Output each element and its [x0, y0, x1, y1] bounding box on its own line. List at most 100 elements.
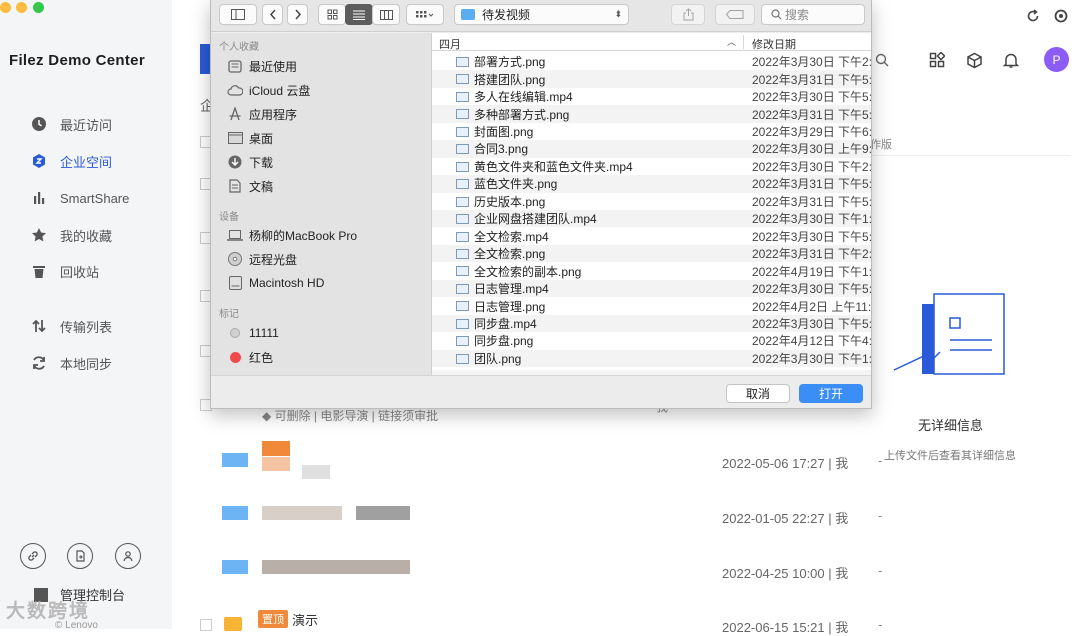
applications-icon: [227, 107, 243, 121]
video-file-icon: [456, 318, 469, 329]
file-name: 全文检索的副本.png: [474, 264, 582, 279]
nav-transfer-list[interactable]: 传输列表: [30, 315, 112, 337]
window-minimize-button[interactable]: [16, 2, 27, 13]
file-row[interactable]: 同步盘.mp4 2022年3月30日 下午5:2: [432, 314, 871, 333]
window-zoom-button[interactable]: [33, 2, 44, 13]
cancel-button[interactable]: 取消: [726, 384, 790, 403]
image-file-icon: [456, 353, 469, 364]
file-row[interactable]: 搭建团队.png 2022年3月31日 下午5:2: [432, 70, 871, 88]
file-row[interactable]: 全文检索的副本.png 2022年4月19日 下午1:1: [432, 262, 871, 279]
search-field[interactable]: 搜索: [761, 4, 865, 25]
view-icons-button[interactable]: [318, 4, 346, 25]
sidebar-item-icloud[interactable]: iCloud 云盘: [227, 81, 310, 99]
chevron-right-icon: [294, 9, 301, 20]
file-row[interactable]: 合同3.png 2022年3月30日 上午9:3: [432, 140, 871, 158]
sidebar-item-downloads[interactable]: 下载: [227, 153, 273, 171]
empty-title: 无详细信息: [918, 418, 984, 433]
share-doc-icon[interactable]: [67, 543, 93, 569]
nav-enterprise-space[interactable]: 企业空间: [30, 150, 112, 172]
sidebar-item-label: 下载: [249, 155, 274, 170]
avatar[interactable]: P: [1044, 47, 1069, 72]
file-row[interactable]: 蓝色文件夹.png 2022年3月31日 下午5:0: [432, 175, 871, 193]
tag-button[interactable]: [715, 4, 755, 25]
sync-icon: [30, 354, 48, 372]
file-name: 历史版本.png: [474, 194, 546, 209]
view-columns-button[interactable]: [372, 4, 400, 25]
file-name: 日志管理.mp4: [474, 282, 549, 297]
file-row[interactable]: 黄色文件夹和蓝色文件夹.mp4 2022年3月30日 下午2:3: [432, 158, 871, 175]
back-button[interactable]: [262, 4, 283, 25]
refresh-icon[interactable]: [1024, 7, 1042, 25]
search-placeholder: 搜索: [785, 8, 810, 22]
view-list-button[interactable]: [345, 4, 373, 25]
file-row[interactable]: 企业网盘搭建团队.mp4 2022年3月30日 下午1:3: [432, 210, 871, 228]
file-date: 2022年4月19日 下午1:1: [752, 264, 871, 279]
nav-recycle-bin[interactable]: 回收站: [30, 260, 99, 282]
open-button[interactable]: 打开: [799, 384, 863, 403]
file-row[interactable]: 全文检索.png 2022年3月31日 下午2:5: [432, 244, 871, 263]
sidebar-toggle-button[interactable]: [219, 4, 257, 25]
sidebar-item-desktop[interactable]: 桌面: [227, 129, 273, 147]
file-row[interactable]: 历史版本.png 2022年3月31日 下午5:1: [432, 193, 871, 210]
file-row[interactable]: 封面图.png 2022年3月29日 下午6:1: [432, 123, 871, 140]
file-row[interactable]: 全文检索.mp4 2022年3月30日 下午5:1: [432, 228, 871, 245]
cube-icon[interactable]: [964, 50, 984, 70]
watermark-text: 大数跨境: [6, 601, 91, 622]
file-date: 2022年3月30日 下午5:1: [752, 229, 871, 244]
column-header-date[interactable]: 修改日期: [752, 36, 796, 52]
file-row[interactable]: 部署方式.png 2022年3月30日 下午2:1: [432, 53, 871, 70]
file-row[interactable]: 日志管理.mp4 2022年3月30日 下午5:2: [432, 279, 871, 298]
sidebar-item-recents[interactable]: 最近使用: [227, 57, 297, 75]
download-icon: [227, 155, 243, 169]
apps-grid-icon[interactable]: [927, 50, 947, 70]
sidebar-item-label: 杨柳的MacBook Pro: [249, 228, 358, 243]
tag-icon: [726, 10, 744, 19]
nav-label: 传输列表: [60, 319, 113, 335]
column-header-name[interactable]: 四月: [439, 36, 461, 52]
sidebar-tag-11111[interactable]: 11111: [227, 324, 279, 342]
file-date: 2022年3月30日 下午5:2: [752, 282, 871, 297]
sidebar-item-documents[interactable]: 文稿: [227, 177, 273, 195]
file-row[interactable]: 同步盘.png 2022年4月12日 下午4:5: [432, 332, 871, 349]
nav-local-sync[interactable]: 本地同步: [30, 352, 112, 374]
section-tags: 标记: [219, 309, 239, 320]
sidebar: Filez Demo Center 最近访问 企业空间 SmartShare 我…: [0, 0, 172, 631]
sidebar-item-macintosh-hd[interactable]: Macintosh HD: [227, 274, 324, 292]
nav-label: 企业空间: [60, 154, 113, 170]
link-icon[interactable]: [20, 543, 46, 569]
file-name: 部署方式.png: [474, 55, 546, 70]
forward-button[interactable]: [287, 4, 308, 25]
image-file-icon: [456, 196, 469, 207]
nav-favorites[interactable]: 我的收藏: [30, 224, 112, 246]
row-checkbox[interactable]: [200, 619, 212, 631]
row-date: 2022-01-05 22:27 | 我: [722, 511, 849, 526]
sidebar-item-label: 桌面: [249, 131, 274, 146]
nav-label: SmartShare: [60, 190, 130, 206]
settings-icon[interactable]: [1052, 7, 1070, 25]
user-settings-icon[interactable]: [115, 543, 141, 569]
sidebar-item-applications[interactable]: 应用程序: [227, 105, 297, 123]
nav-smartshare[interactable]: SmartShare: [30, 187, 129, 209]
filename-blurred: [262, 506, 342, 520]
video-file-icon: [456, 91, 469, 102]
image-file-icon: [456, 57, 469, 67]
sidebar-item-remote-disc[interactable]: 远程光盘: [227, 250, 297, 268]
nav-recent[interactable]: 最近访问: [30, 113, 112, 135]
sidebar-tag-red[interactable]: 红色: [227, 348, 273, 366]
empty-description: 上传文件后查看其详细信息: [884, 450, 1016, 462]
group-by-button[interactable]: [406, 4, 444, 25]
file-row[interactable]: 日志管理.png 2022年4月2日 上午11:0: [432, 297, 871, 314]
bell-icon[interactable]: [1001, 50, 1021, 70]
location-popup[interactable]: 待发视频 ⬍: [454, 4, 629, 25]
file-row[interactable]: 多种部署方式.png 2022年3月31日 下午5:1: [432, 105, 871, 123]
sidebar-item-macbook[interactable]: 杨柳的MacBook Pro: [227, 226, 357, 244]
empty-state-illustration: [892, 290, 1007, 385]
sidebar-item-label: 远程光盘: [249, 252, 298, 267]
file-name: 同步盘.mp4: [474, 316, 537, 331]
search-icon[interactable]: [872, 50, 892, 70]
window-close-button[interactable]: [0, 2, 11, 13]
file-row[interactable]: 团队.png 2022年3月30日 下午1:5: [432, 349, 871, 368]
file-row[interactable]: 多人在线编辑.mp4 2022年3月30日 下午5:2: [432, 88, 871, 105]
share-button[interactable]: [671, 4, 705, 25]
file-date: 2022年3月29日 下午6:1: [752, 125, 871, 140]
